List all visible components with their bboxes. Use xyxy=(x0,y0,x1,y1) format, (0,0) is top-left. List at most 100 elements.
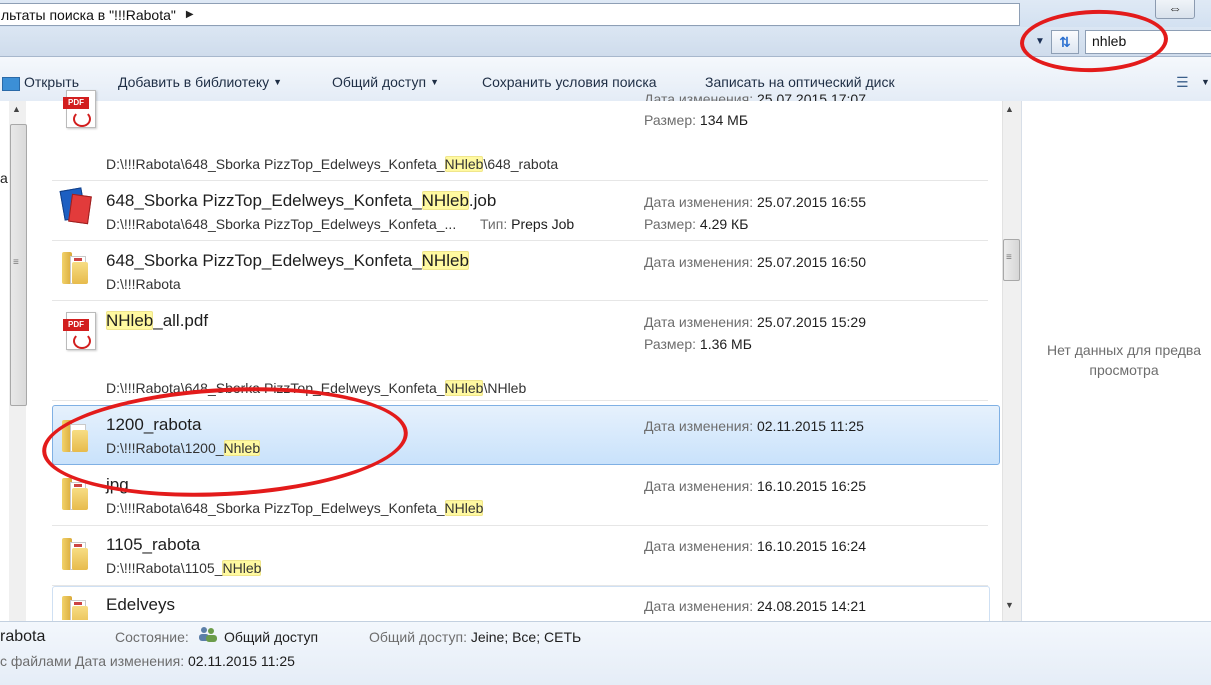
size-meta: Размер: 1.36 МБ xyxy=(644,336,752,352)
caret-down-icon: ▼ xyxy=(430,77,439,87)
file-path: D:\!!!Rabota xyxy=(106,276,181,292)
list-item[interactable] xyxy=(52,181,988,241)
preview-empty-message: Нет данных для предва просмотра xyxy=(1024,340,1211,380)
path-text: D:\!!!Rabota\1105_ xyxy=(106,560,223,576)
state-label: Состояние: xyxy=(115,629,189,645)
name-text: 648_Sborka PizzTop_Edelweys_Konfeta_ xyxy=(106,191,422,210)
search-highlight: NHleb xyxy=(421,251,469,270)
date-label: Дата изменения: xyxy=(75,653,185,669)
file-name[interactable]: 648_Sborka PizzTop_Edelweys_Konfeta_NHle… xyxy=(106,251,469,271)
save-search-label: Сохранить условия поиска xyxy=(482,74,657,90)
file-path: D:\!!!Rabota\1105_NHleb xyxy=(106,560,262,576)
details-date: Дата изменения: 02.11.2015 11:25 xyxy=(75,653,295,669)
breadcrumb[interactable]: льтаты поиска в "!!!Rabota" ▶ xyxy=(0,3,1020,26)
date-label: Дата изменения: xyxy=(644,194,757,210)
shared-label: Общий доступ: xyxy=(369,629,467,645)
back-forward-button[interactable]: ⇔ xyxy=(1155,0,1195,19)
preps-job-icon xyxy=(59,187,92,225)
preview-message-line: просмотра xyxy=(1089,362,1159,378)
grip-icon: ≡ xyxy=(13,257,19,268)
date-meta: Дата изменения: 24.08.2015 14:21 xyxy=(644,598,866,614)
path-text: D:\!!!Rabota\648_Sborka PizzTop_Edelweys… xyxy=(106,156,445,172)
file-type: Тип: Preps Job xyxy=(480,216,574,232)
scroll-down-icon[interactable]: ▼ xyxy=(1005,600,1014,610)
save-search-button[interactable]: Сохранить условия поиска xyxy=(482,74,657,90)
kind-label: с файлами xyxy=(0,653,72,669)
search-highlight: NHleb xyxy=(444,500,484,516)
date-label: Дата изменения: xyxy=(644,314,757,330)
date-meta: Дата изменения: 25.07.2015 16:55 xyxy=(644,194,866,210)
burn-disc-label: Записать на оптический диск xyxy=(705,74,895,90)
date-meta: Дата изменения: 16.10.2015 16:24 xyxy=(644,538,866,554)
path-text: \648_rabota xyxy=(483,156,559,172)
file-path: D:\!!!Rabota\648_Sborka PizzTop_Edelweys… xyxy=(106,216,457,232)
burn-disc-button[interactable]: Записать на оптический диск xyxy=(705,74,895,90)
path-text: \NHleb xyxy=(483,380,527,396)
date-label: Дата изменения: xyxy=(644,478,757,494)
navigation-item-partial[interactable]: a xyxy=(0,170,8,186)
shared-value: Jeine; Все; СЕТЬ xyxy=(470,629,582,645)
file-name[interactable]: Edelveys xyxy=(106,595,175,615)
pdf-file-icon: PDF xyxy=(63,312,96,350)
add-to-library-label: Добавить в библиотеку xyxy=(118,74,270,90)
caret-down-icon[interactable]: ▼ xyxy=(1201,77,1210,87)
size-label: Размер: xyxy=(644,216,700,232)
size-value: 134 МБ xyxy=(699,112,749,128)
date-value: 24.08.2015 14:21 xyxy=(756,598,866,614)
date-label: Дата изменения: xyxy=(644,538,757,554)
date-value: 25.07.2015 15:29 xyxy=(756,314,866,330)
preview-message-line: Нет данных для предва xyxy=(1047,342,1201,358)
details-kind: с файлами xyxy=(0,653,71,669)
breadcrumb-label[interactable]: льтаты поиска в "!!!Rabota" xyxy=(1,7,176,23)
file-name[interactable]: 648_Sborka PizzTop_Edelweys_Konfeta_NHle… xyxy=(106,191,496,211)
view-options-icon[interactable]: ☰ xyxy=(1176,74,1196,90)
date-meta: Дата изменения: 25.07.2015 17:07 xyxy=(644,91,866,101)
name-text: _all.pdf xyxy=(153,311,209,330)
grip-icon: ≡ xyxy=(1006,252,1012,263)
share-label: Общий доступ xyxy=(332,74,427,90)
path-text: D:\!!!Rabota\648_Sborka PizzTop_Edelweys… xyxy=(106,500,445,516)
file-name[interactable]: 1105_rabota xyxy=(106,535,200,555)
name-text: 648_Sborka PizzTop_Edelweys_Konfeta_ xyxy=(106,251,422,270)
size-meta: Размер: 4.29 КБ xyxy=(644,216,748,232)
date-value: 25.07.2015 16:55 xyxy=(756,194,866,210)
size-label: Размер: xyxy=(644,336,700,352)
users-icon xyxy=(199,627,217,642)
folder-icon xyxy=(62,252,88,284)
open-button[interactable]: Открыть xyxy=(24,74,79,90)
details-item-name: rabota xyxy=(0,628,46,645)
scroll-up-icon[interactable]: ▲ xyxy=(1005,104,1014,114)
date-label: Дата изменения: xyxy=(644,254,757,270)
search-highlight: NHleb xyxy=(444,380,484,396)
arrows-icon: ⇔ xyxy=(1168,0,1182,16)
date-value: 16.10.2015 16:24 xyxy=(756,538,866,554)
search-highlight: NHleb xyxy=(444,156,484,172)
file-path: D:\!!!Rabota\648_Sborka PizzTop_Edelweys… xyxy=(106,500,484,516)
chevron-right-icon[interactable]: ▶ xyxy=(186,9,194,20)
caret-down-icon: ▼ xyxy=(273,77,283,87)
date-meta: Дата изменения: 16.10.2015 16:25 xyxy=(644,478,866,494)
name-text: .job xyxy=(468,191,497,210)
date-value: 25.07.2015 17:07 xyxy=(756,91,866,101)
folder-icon xyxy=(62,538,88,570)
date-label: Дата изменения: xyxy=(644,598,757,614)
size-meta: Размер: 134 МБ xyxy=(644,112,748,128)
open-icon xyxy=(2,77,20,91)
add-to-library-button[interactable]: Добавить в библиотеку ▼ xyxy=(118,74,282,90)
type-label: Тип: xyxy=(480,216,512,232)
pdf-file-icon: PDF xyxy=(63,90,96,128)
results-scrollbar[interactable] xyxy=(1002,101,1021,621)
search-highlight: NHleb xyxy=(222,560,262,576)
search-highlight: NHleb xyxy=(106,311,154,330)
scroll-up-icon[interactable]: ▲ xyxy=(12,104,21,114)
file-name[interactable]: NHleb_all.pdf xyxy=(106,311,208,331)
share-button[interactable]: Общий доступ ▼ xyxy=(332,74,439,90)
folder-icon xyxy=(62,596,88,620)
size-label: Размер: xyxy=(644,112,700,128)
list-item[interactable] xyxy=(52,241,988,301)
file-path: D:\!!!Rabota\648_Sborka PizzTop_Edelweys… xyxy=(106,156,558,172)
size-value: 1.36 МБ xyxy=(699,336,752,352)
details-shared: Общий доступ: Jeine; Все; СЕТЬ xyxy=(369,629,581,645)
date-meta: Дата изменения: 25.07.2015 16:50 xyxy=(644,254,866,270)
date-label: Дата изменения: xyxy=(644,91,757,101)
